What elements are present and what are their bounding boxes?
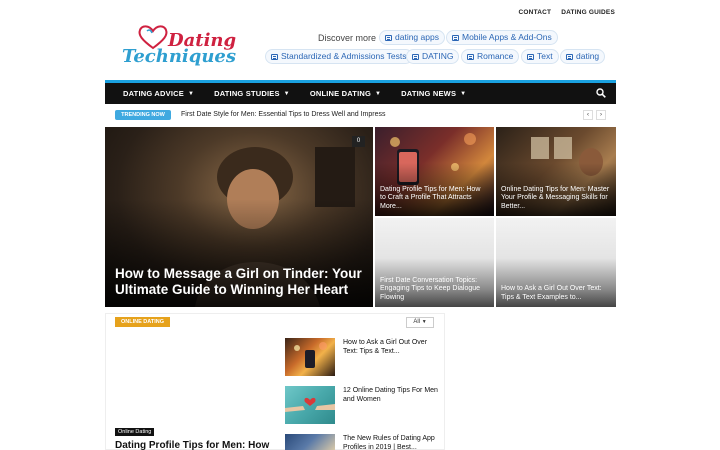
hero-card-profile-tips[interactable]: Dating Profile Tips for Men: How to Craf… (375, 127, 494, 216)
list-item-title[interactable]: How to Ask a Girl Out Over Text: Tips & … (343, 339, 438, 356)
hero-card-title: Online Dating Tips for Men: Master Your … (501, 185, 610, 210)
chevron-down-icon: ▼ (283, 90, 290, 97)
online-dating-section (105, 313, 445, 450)
site-logo[interactable]: Dating Techniques (118, 22, 237, 70)
list-item-title[interactable]: The New Rules of Dating App Profiles in … (343, 435, 438, 450)
comment-count-badge: 0 (352, 136, 365, 147)
list-thumbnail[interactable] (285, 338, 335, 376)
hero-card-title: First Date Conversation Topics: Engaging… (380, 276, 481, 301)
pill-mobile-apps[interactable]: Mobile Apps & Add-Ons (446, 30, 558, 45)
tag-icon (412, 53, 419, 60)
nav-dating-advice[interactable]: DATING ADVICE ▼ (123, 89, 194, 98)
search-icon[interactable] (596, 88, 606, 98)
trending-bar: TRENDING NOW First Date Style for Men: E… (115, 110, 610, 122)
trending-headline[interactable]: First Date Style for Men: Essential Tips… (181, 111, 386, 118)
nav-dating-studies[interactable]: DATING STUDIES ▼ (214, 89, 290, 98)
hero-card-title: How to Ask a Girl Out Over Text: Tips & … (501, 285, 602, 301)
pill-text[interactable]: Text (521, 49, 559, 64)
section-filter-dropdown[interactable]: All ▼ (406, 317, 434, 328)
feature-article-title[interactable]: Dating Profile Tips for Men: How (115, 440, 275, 450)
discover-more-label: Discover more (318, 33, 377, 43)
list-thumbnail[interactable] (285, 386, 335, 424)
tag-icon (566, 53, 573, 60)
chevron-down-icon: ▼ (421, 319, 427, 325)
hero-card-conversation-topics[interactable]: First Date Conversation Topics: Engaging… (375, 218, 494, 307)
list-item-title[interactable]: 12 Online Dating Tips For Men and Women (343, 387, 438, 404)
hero-card-title: Dating Profile Tips for Men: How to Craf… (380, 185, 481, 210)
pill-dating-apps[interactable]: dating apps (379, 30, 445, 45)
feature-category-label[interactable]: Online Dating (115, 428, 155, 436)
tag-icon (271, 53, 278, 60)
chevron-down-icon: ▼ (375, 90, 382, 97)
hero-main-title: How to Message a Girl on Tinder: Your Ul… (115, 266, 362, 297)
logo-word-techniques: Techniques (122, 46, 237, 67)
list-thumbnail[interactable] (285, 434, 335, 450)
hero-card-online-tips[interactable]: Online Dating Tips for Men: Master Your … (496, 127, 616, 216)
hero-main-article[interactable]: 0 How to Message a Girl on Tinder: Your … (105, 127, 373, 307)
hero-card-ask-girl-out[interactable]: How to Ask a Girl Out Over Text: Tips & … (496, 218, 616, 307)
tag-icon (527, 53, 534, 60)
chevron-down-icon: ▼ (460, 90, 467, 97)
chevron-down-icon: ▼ (187, 90, 195, 97)
phone-hearts-image (294, 342, 327, 368)
trending-badge: TRENDING NOW (115, 110, 171, 120)
nav-dating-news[interactable]: DATING NEWS ▼ (401, 89, 466, 98)
tag-icon (452, 34, 459, 41)
nav-online-dating[interactable]: ONLINE DATING ▼ (310, 89, 381, 98)
pill-standardized-tests[interactable]: Standardized & Admissions Tests (265, 49, 413, 64)
dating-guides-link[interactable]: DATING GUIDES (561, 9, 615, 16)
trending-next-button[interactable]: › (596, 110, 606, 120)
main-navbar: DATING ADVICE ▼ DATING STUDIES ▼ ONLINE DA… (105, 80, 616, 104)
section-tag-online-dating[interactable]: ONLINE DATING (115, 317, 170, 327)
contact-link[interactable]: CONTACT (519, 9, 552, 16)
pill-dating-caps[interactable]: DATING (406, 49, 460, 64)
tag-icon (467, 53, 474, 60)
pill-dating[interactable]: dating (560, 49, 606, 64)
top-links: CONTACT DATING GUIDES (519, 9, 615, 16)
pill-romance[interactable]: Romance (461, 49, 520, 64)
tag-icon (385, 34, 392, 41)
hands-heart-image (285, 397, 335, 412)
trending-prev-button[interactable]: ‹ (583, 110, 593, 120)
